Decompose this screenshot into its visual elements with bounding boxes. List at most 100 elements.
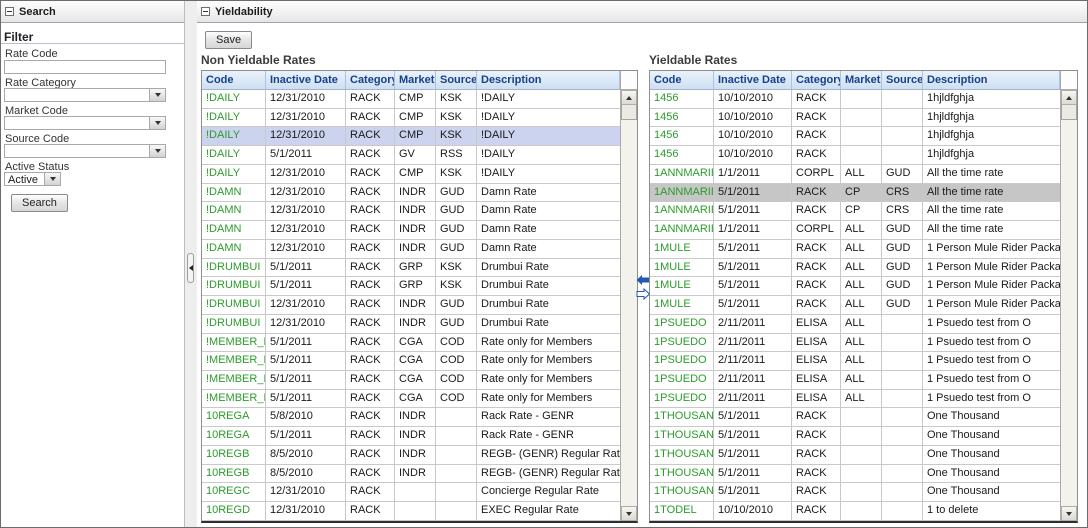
column-header[interactable]: Code [650, 71, 714, 89]
table-row[interactable]: 1MULE5/1/2011RACKALLGUD1 Person Mule Rid… [650, 259, 1077, 278]
table-row[interactable]: 10REGC12/31/2010RACKConcierge Regular Ra… [202, 483, 637, 502]
source-code-dropdown-button[interactable] [149, 145, 165, 157]
table-row[interactable]: 1THOUSAND5/1/2011RACKOne Thousand [650, 446, 1077, 465]
table-row[interactable]: 10REGB8/5/2010RACKINDRREGB- (GENR) Regul… [202, 465, 637, 484]
cell: RACK [346, 90, 395, 108]
table-row[interactable]: 1ANNMARIE1/1/2011CORPLALLGUDAll the time… [650, 165, 1077, 184]
scrollbar-thumb[interactable] [621, 105, 637, 120]
table-row[interactable]: 1THOUSAND5/1/2011RACKOne Thousand [650, 483, 1077, 502]
table-row[interactable]: 1MULE5/1/2011RACKALLGUD1 Person Mule Rid… [650, 277, 1077, 296]
cell: 10REGC [202, 483, 266, 501]
column-header[interactable]: Description [923, 71, 1060, 89]
scroll-down-button[interactable] [621, 506, 637, 521]
collapse-search-icon[interactable] [5, 7, 14, 16]
column-header[interactable]: Description [477, 71, 620, 89]
cell: 5/1/2011 [714, 446, 792, 464]
cell: INDR [395, 408, 436, 426]
cell: !DAILY [477, 90, 637, 108]
table-row[interactable]: !DAMN12/31/2010RACKINDRGUDDamn Rate [202, 221, 637, 240]
scroll-down-button[interactable] [1061, 506, 1077, 521]
table-row[interactable]: 1THOUSAND5/1/2011RACKOne Thousand [650, 408, 1077, 427]
column-header[interactable]: Inactive Date [714, 71, 792, 89]
cell: 5/1/2011 [714, 427, 792, 445]
table-row[interactable]: !MEMBER_RA...5/1/2011RACKCGACODRate only… [202, 390, 637, 409]
table-row[interactable]: 1PSUEDO2/11/2011ELISAALL1 Psuedo test fr… [650, 315, 1077, 334]
table-row[interactable]: 145610/10/2010RACK1hjldfghja [650, 146, 1077, 165]
table-row[interactable]: 145610/10/2010RACK1hjldfghja [650, 90, 1077, 109]
table-row[interactable]: !DRUMBUI5/1/2011RACKGRPKSKDrumbui Rate [202, 259, 637, 278]
table-row[interactable]: !DAMN12/31/2010RACKINDRGUDDamn Rate [202, 202, 637, 221]
table-row[interactable]: 1PSUEDO2/11/2011ELISAALL1 Psuedo test fr… [650, 390, 1077, 409]
transfer-arrows [636, 274, 652, 300]
table-row[interactable]: 1PSUEDO2/11/2011ELISAALL1 Psuedo test fr… [650, 352, 1077, 371]
rate-category-dropdown-button[interactable] [149, 89, 165, 101]
table-row[interactable]: !DAILY12/31/2010RACKCMPKSK!DAILY [202, 109, 637, 128]
table-row[interactable]: !DRUMBUI5/1/2011RACKGRPKSKDrumbui Rate [202, 277, 637, 296]
scrollbar-thumb[interactable] [1061, 105, 1077, 120]
scroll-up-button[interactable] [1061, 90, 1077, 105]
table-row[interactable]: 1ANNMARIE5/1/2011RACKCPCRSAll the time r… [650, 184, 1077, 203]
vertical-scrollbar[interactable] [1060, 71, 1077, 521]
table-row[interactable]: !DAMN12/31/2010RACKINDRGUDDamn Rate [202, 184, 637, 203]
table-row[interactable]: 145610/10/2010RACK1hjldfghja [650, 127, 1077, 146]
table-row[interactable]: !DRUMBUI12/31/2010RACKINDRGUDDrumbui Rat… [202, 315, 637, 334]
table-row[interactable]: 1PSUEDO2/11/2011ELISAALL1 Psuedo test fr… [650, 334, 1077, 353]
chevron-down-icon [155, 93, 161, 97]
source-code-select[interactable] [4, 144, 166, 158]
table-row[interactable]: 1ANNMARIE1/1/2011CORPLALLGUDAll the time… [650, 221, 1077, 240]
table-row[interactable]: !MEMBER_RA...5/1/2011RACKCGACODRate only… [202, 352, 637, 371]
column-header[interactable]: Source [436, 71, 477, 89]
move-right-button[interactable] [636, 288, 650, 300]
table-row[interactable]: 1TODEL10/10/2010RACK1 to delete [650, 502, 1077, 521]
market-code-dropdown-button[interactable] [149, 117, 165, 129]
cell: !MEMBER_RA... [202, 390, 266, 408]
column-header[interactable]: Category [792, 71, 841, 89]
table-row[interactable]: 1THOUSAND5/1/2011RACKOne Thousand [650, 427, 1077, 446]
search-button[interactable]: Search [11, 194, 68, 212]
active-status-select[interactable]: Active [4, 172, 61, 186]
table-row[interactable]: !DAMN12/31/2010RACKINDRGUDDamn Rate [202, 240, 637, 259]
column-header[interactable]: Market [841, 71, 882, 89]
cell: COD [436, 390, 477, 408]
splitter-collapse-button[interactable] [187, 253, 194, 283]
panel-splitter[interactable] [185, 1, 197, 528]
table-row[interactable]: !DAILY12/31/2010RACKCMPKSK!DAILY [202, 90, 637, 109]
table-row[interactable]: !DAILY5/1/2011RACKGVRSS!DAILY [202, 146, 637, 165]
vertical-scrollbar[interactable] [620, 71, 637, 521]
cell: 1 Psuedo test from O [923, 390, 1077, 408]
table-row[interactable]: 1MULE5/1/2011RACKALLGUD1 Person Mule Rid… [650, 296, 1077, 315]
table-row[interactable]: 10REGA5/1/2011RACKINDRRack Rate - GENR [202, 427, 637, 446]
rate-category-select[interactable] [4, 88, 166, 102]
collapse-yieldability-icon[interactable] [201, 7, 210, 16]
table-row[interactable]: !MEMBER_RA...5/1/2011RACKCGACODRate only… [202, 334, 637, 353]
active-status-dropdown-button[interactable] [44, 173, 60, 185]
scroll-up-button[interactable] [621, 90, 637, 105]
table-row[interactable]: !DAILY12/31/2010RACKCMPKSK!DAILY [202, 165, 637, 184]
table-row[interactable]: !DRUMBUI12/31/2010RACKINDRGUDDrumbui Rat… [202, 296, 637, 315]
table-row[interactable]: !DAILY12/31/2010RACKCMPKSK!DAILY [202, 127, 637, 146]
rate-code-input[interactable] [4, 60, 166, 74]
column-header[interactable]: Code [202, 71, 266, 89]
table-row[interactable]: 1ANNMARIE5/1/2011RACKCPCRSAll the time r… [650, 202, 1077, 221]
table-row[interactable]: 145610/10/2010RACK1hjldfghja [650, 109, 1077, 128]
move-left-button[interactable] [636, 274, 650, 286]
yieldable-title: Yieldable Rates [649, 53, 737, 67]
table-row[interactable]: 1PSUEDO2/11/2011ELISAALL1 Psuedo test fr… [650, 371, 1077, 390]
column-header[interactable]: Inactive Date [266, 71, 346, 89]
column-header[interactable]: Source [882, 71, 923, 89]
table-row[interactable]: 10REGB8/5/2010RACKINDRREGB- (GENR) Regul… [202, 446, 637, 465]
cell [882, 465, 923, 483]
save-button[interactable]: Save [205, 31, 252, 49]
cell: ALL [841, 165, 882, 183]
table-row[interactable]: 10REGA5/8/2010RACKINDRRack Rate - GENR [202, 408, 637, 427]
search-panel-title: Search [19, 6, 56, 18]
cell: INDR [395, 202, 436, 220]
column-header[interactable]: Market [395, 71, 436, 89]
active-status-value: Active [8, 174, 38, 186]
table-row[interactable]: 1THOUSAND5/1/2011RACKOne Thousand [650, 465, 1077, 484]
market-code-select[interactable] [4, 116, 166, 130]
table-row[interactable]: 1MULE5/1/2011RACKALLGUD1 Person Mule Rid… [650, 240, 1077, 259]
table-row[interactable]: !MEMBER_RA...5/1/2011RACKCGACODRate only… [202, 371, 637, 390]
column-header[interactable]: Category [346, 71, 395, 89]
table-row[interactable]: 10REGD12/31/2010RACKEXEC Regular Rate [202, 502, 637, 521]
